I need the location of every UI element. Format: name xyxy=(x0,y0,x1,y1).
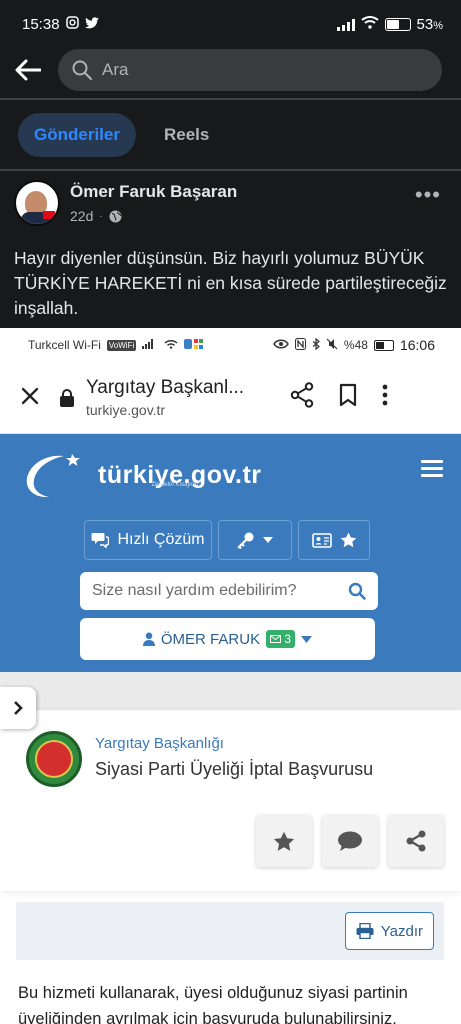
signal-icon xyxy=(336,18,355,31)
battery-icon xyxy=(384,17,411,31)
comment-icon xyxy=(338,831,362,851)
search-icon[interactable] xyxy=(348,582,366,600)
id-card-favorites-button[interactable] xyxy=(298,520,370,560)
globe-icon xyxy=(109,210,122,222)
instagram-icon xyxy=(65,16,79,32)
key-icon xyxy=(237,532,254,549)
close-button[interactable] xyxy=(0,382,60,413)
bookmark-icon[interactable] xyxy=(338,383,358,412)
share-button[interactable] xyxy=(388,815,444,867)
profile-tabs: Gönderiler Reels xyxy=(0,110,461,160)
favorite-button[interactable] xyxy=(256,815,312,867)
mail-count: 3 xyxy=(284,632,292,646)
gov-logo-slogan: "Devletin Kısayolu" xyxy=(150,482,201,488)
back-arrow-icon xyxy=(15,59,41,81)
chevron-right-icon xyxy=(14,701,23,715)
mute-icon xyxy=(326,338,338,353)
post-header: Ömer Faruk Başaran 22d · ••• xyxy=(14,180,447,234)
close-icon xyxy=(21,387,39,405)
key-dropdown-button[interactable] xyxy=(218,520,292,560)
divider xyxy=(0,169,461,171)
nfc-icon xyxy=(294,337,306,353)
share-icon xyxy=(406,830,426,852)
tab-reels[interactable]: Reels xyxy=(148,113,225,157)
printer-icon xyxy=(356,923,374,939)
id-card-icon xyxy=(311,532,332,548)
yargitay-seal xyxy=(26,731,82,787)
quick-solution-label: Hızlı Çözüm xyxy=(117,531,205,548)
chat-icon xyxy=(91,533,110,548)
shared-screenshot[interactable]: Turkcell Wi-Fi VoWiFi %48 16:06 Yargıtay… xyxy=(0,328,461,1024)
battery-icon xyxy=(373,339,394,351)
print-bar: Yazdır xyxy=(16,902,444,960)
service-description: Bu hizmeti kullanarak, üyesi olduğunuz s… xyxy=(18,984,408,1024)
gov-logo[interactable]: türkiye.gov.tr "Devletin Kısayolu" xyxy=(24,450,262,500)
screenshot-battery-percent: %48 xyxy=(343,338,368,352)
crescent-logo-icon xyxy=(26,454,80,498)
service-name: Siyasi Parti Üyeliği İptal Başvurusu xyxy=(95,759,374,779)
screenshot-status-bar: Turkcell Wi-Fi VoWiFi %48 16:06 xyxy=(0,328,461,362)
post-time[interactable]: 22d xyxy=(70,208,93,224)
mail-badge[interactable]: 3 xyxy=(266,630,296,648)
gov-header: türkiye.gov.tr "Devletin Kısayolu" Hızlı… xyxy=(0,434,461,672)
mail-icon xyxy=(270,635,282,643)
back-button[interactable] xyxy=(0,59,56,81)
user-menu-button[interactable]: ÖMER FARUK 3 xyxy=(80,618,375,660)
wifi-icon xyxy=(360,15,379,33)
screenshot-time: 16:06 xyxy=(399,337,435,353)
search-input[interactable] xyxy=(102,60,402,80)
side-drawer-toggle[interactable] xyxy=(0,687,36,729)
search-icon xyxy=(72,60,92,80)
carrier-label: Turkcell Wi-Fi xyxy=(28,338,101,352)
caret-down-icon xyxy=(263,537,273,543)
hamburger-icon[interactable] xyxy=(421,460,443,481)
search-bar[interactable] xyxy=(58,49,442,91)
divider xyxy=(0,98,461,100)
page-title: Yargıtay Başkanl... xyxy=(86,377,245,398)
lock-icon xyxy=(60,388,74,407)
gov-search-input[interactable] xyxy=(92,582,332,600)
gov-search-bar[interactable] xyxy=(80,572,378,610)
avatar[interactable] xyxy=(14,180,60,226)
tab-posts[interactable]: Gönderiler xyxy=(18,113,136,157)
caret-down-icon xyxy=(301,635,313,643)
service-card: Yargıtay Başkanlığı Siyasi Parti Üyeliği… xyxy=(0,711,461,891)
battery-percent-sign: % xyxy=(433,19,443,32)
share-icon[interactable] xyxy=(290,382,314,413)
print-button[interactable]: Yazdır xyxy=(344,912,434,950)
star-icon xyxy=(273,831,295,851)
star-icon xyxy=(340,532,356,548)
status-time: 15:38 xyxy=(22,15,60,33)
post-author[interactable]: Ömer Faruk Başaran xyxy=(70,182,237,202)
twitter-icon xyxy=(84,16,100,33)
user-name: ÖMER FARUK xyxy=(160,630,261,648)
more-icon[interactable]: ••• xyxy=(415,182,441,208)
status-bar: 15:38 53% xyxy=(0,0,461,48)
user-icon xyxy=(142,632,155,646)
custom-tab-bar: Yargıtay Başkanl... turkiye.gov.tr xyxy=(0,362,461,434)
post-text: Hayır diyenler düşünsün. Biz hayırlı yol… xyxy=(14,248,447,318)
kebab-icon[interactable] xyxy=(382,384,388,411)
comment-button[interactable] xyxy=(322,815,378,867)
eye-icon xyxy=(273,338,289,352)
bluetooth-icon xyxy=(312,337,320,353)
page-url: turkiye.gov.tr xyxy=(86,402,166,418)
fb-top-bar xyxy=(0,42,461,98)
content-spacer xyxy=(0,672,461,710)
signal-icon xyxy=(142,338,158,352)
service-org[interactable]: Yargıtay Başkanlığı xyxy=(95,735,224,752)
vowifi-badge: VoWiFi xyxy=(106,339,137,351)
quick-solution-button[interactable]: Hızlı Çözüm xyxy=(84,520,212,560)
print-label: Yazdır xyxy=(380,922,423,940)
battery-percent: 53 xyxy=(416,15,434,33)
wifi-icon xyxy=(164,338,178,352)
app-icons xyxy=(184,338,204,353)
